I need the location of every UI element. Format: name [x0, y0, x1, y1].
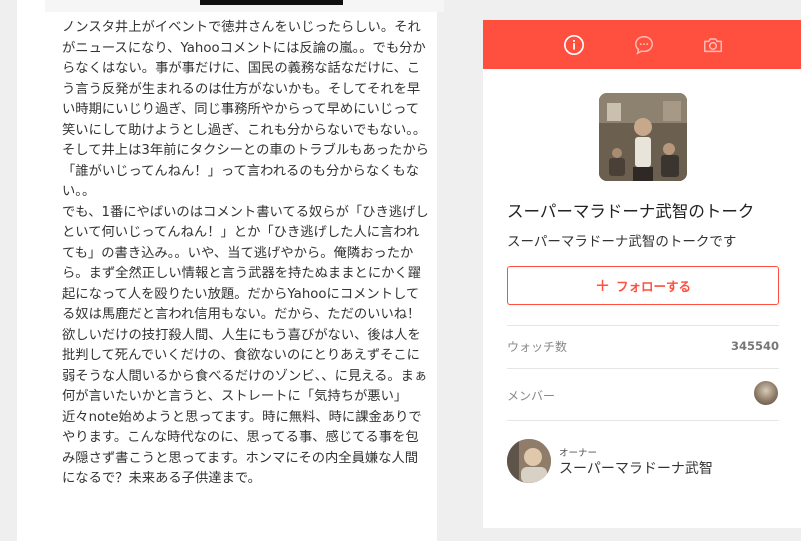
talk-description: スーパーマラドーナ武智のトークです [507, 234, 737, 250]
talk-tab-bar [483, 20, 801, 69]
member-avatar[interactable] [754, 381, 778, 405]
camera-icon [704, 38, 722, 53]
watch-count-label: ウォッチ数 [507, 340, 568, 354]
talk-title: スーパーマラドーナ武智のトーク [507, 202, 755, 221]
members-label: メンバー [507, 389, 556, 403]
follow-label: フォローする [616, 279, 692, 294]
plus-icon: + [594, 274, 611, 296]
owner-name[interactable]: スーパーマラドーナ武智 [559, 458, 713, 478]
tab-chat[interactable] [631, 32, 657, 58]
divider [507, 368, 779, 369]
post-card: ノンスタ井上がイベントで徳井さんをいじったらしい。それがニュースになり、Yaho… [17, 0, 444, 541]
follow-button[interactable]: + フォローする [507, 266, 779, 305]
talk-avatar-photo [599, 93, 687, 181]
owner-avatar[interactable] [507, 439, 551, 483]
info-icon [564, 35, 584, 55]
post-top-bar [200, 0, 343, 5]
owner-role: オーナー [559, 448, 598, 459]
owner-avatar-photo [507, 439, 551, 483]
watch-count-value: 345540 [730, 339, 779, 353]
post-body-text: ノンスタ井上がイベントで徳井さんをいじったらしい。それがニュースになり、Yaho… [62, 20, 429, 486]
post-top-strip [45, 0, 444, 12]
tab-info[interactable] [561, 32, 587, 58]
chat-bubble-icon [635, 36, 653, 55]
divider [507, 420, 779, 421]
talk-info-panel: スーパーマラドーナ武智のトーク スーパーマラドーナ武智のトークです + フォロー… [483, 20, 801, 528]
talk-avatar [599, 93, 687, 181]
divider [507, 325, 779, 326]
tab-photos[interactable] [700, 32, 726, 58]
